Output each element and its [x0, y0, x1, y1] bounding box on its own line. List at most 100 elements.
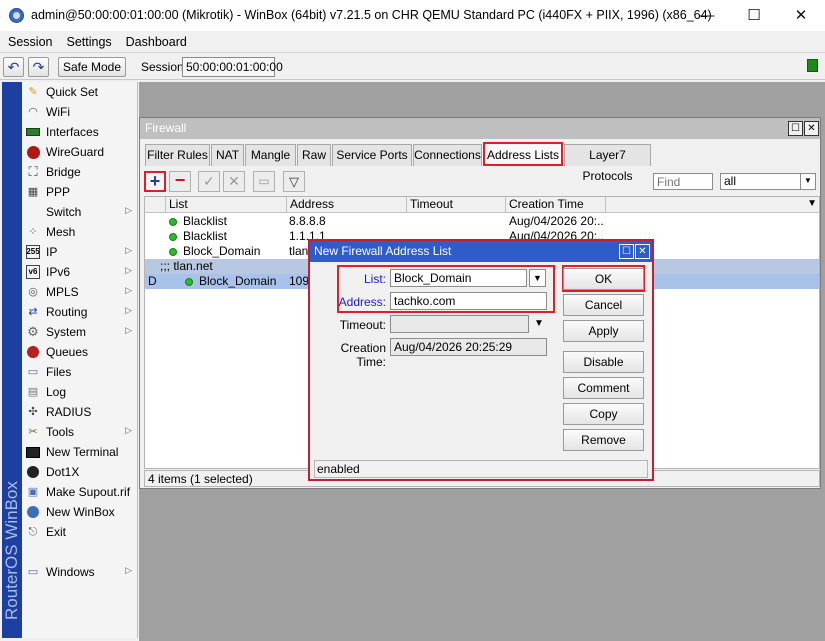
firewall-close-button[interactable]: ✕ [804, 121, 819, 136]
supout-icon: ▣ [27, 486, 39, 498]
dialog-close-button[interactable]: ✕ [635, 244, 650, 259]
sidebar-item-system[interactable]: ⚙ System ▷ [22, 322, 138, 342]
sidebar-item-files[interactable]: ▭ Files [22, 362, 138, 382]
close-button[interactable]: ✕ [778, 0, 824, 31]
dialog-status-bar: enabled [314, 460, 648, 478]
sidebar-item-make-supout[interactable]: ▣ Make Supout.rif [22, 482, 138, 502]
apply-button[interactable]: Apply [563, 320, 644, 342]
find-input[interactable] [653, 173, 713, 190]
tab-address-lists[interactable]: Address Lists [483, 142, 563, 166]
sidebar-item-mesh[interactable]: ⁘ Mesh [22, 222, 138, 242]
sidebar-item-windows[interactable]: ▭ Windows ▷ [22, 562, 138, 582]
submenu-arrow-icon: ▷ [125, 325, 132, 335]
disable-button[interactable]: ✕ [223, 171, 245, 192]
list-select[interactable]: Block_Domain [390, 269, 527, 287]
remove-button[interactable]: Remove [563, 429, 644, 451]
address-input[interactable]: tachko.com [390, 292, 547, 310]
sidebar-item-switch[interactable]: Switch ▷ [22, 202, 138, 222]
comment-button[interactable]: Comment [563, 377, 644, 399]
minimize-button[interactable]: — [684, 0, 730, 31]
add-button[interactable]: + [144, 171, 166, 192]
routing-icon: ⇄ [28, 306, 38, 318]
timeout-label: Timeout: [339, 318, 386, 332]
sidebar-item-routing[interactable]: ⇄ Routing ▷ [22, 302, 138, 322]
menu-settings[interactable]: Settings [66, 35, 111, 49]
table-header: List Address Timeout Creation Time ▼ [145, 197, 819, 213]
menu-dashboard[interactable]: Dashboard [126, 35, 187, 49]
list-dropdown-icon[interactable]: ▼ [529, 269, 546, 287]
filter-icon[interactable]: ▽ [283, 171, 305, 192]
column-header-timeout[interactable]: Timeout [406, 197, 505, 213]
ok-button[interactable]: OK [563, 268, 644, 290]
sidebar-item-mpls[interactable]: ◎ MPLS ▷ [22, 282, 138, 302]
sidebar-item-wifi[interactable]: ◠ WiFi [22, 102, 138, 122]
column-header-flag[interactable] [145, 197, 165, 213]
column-menu-icon[interactable]: ▼ [807, 198, 817, 209]
redo-button[interactable]: ↷ [28, 57, 49, 77]
files-icon: ▭ [27, 366, 39, 378]
cancel-button[interactable]: Cancel [563, 294, 644, 316]
submenu-arrow-icon: ▷ [125, 305, 132, 315]
winbox-app-icon [9, 8, 24, 23]
sidebar-item-ipv6[interactable]: v6 IPv6 ▷ [22, 262, 138, 282]
sidebar-item-bridge[interactable]: ⛶ Bridge [22, 162, 138, 182]
wifi-icon: ◠ [28, 106, 38, 118]
column-header-creation-time[interactable]: Creation Time [505, 197, 605, 213]
sidebar-item-radius[interactable]: ✣ RADIUS [22, 402, 138, 422]
session-label: Session: [141, 60, 188, 74]
table-row[interactable]: Blacklist 8.8.8.8 Aug/04/2026 20:... [145, 214, 819, 229]
column-header-list[interactable]: List [165, 197, 286, 213]
column-header-address[interactable]: Address [286, 197, 406, 213]
tab-mangle[interactable]: Mangle [245, 144, 296, 166]
remove-button[interactable]: − [169, 171, 191, 192]
session-field[interactable]: 50:00:00:01:00:00 [182, 57, 283, 77]
maximize-button[interactable]: ☐ [731, 0, 777, 31]
submenu-arrow-icon: ▷ [125, 205, 132, 215]
switch-icon [26, 205, 40, 219]
enabled-status-icon [169, 218, 177, 226]
tab-connections[interactable]: Connections [413, 144, 482, 166]
firewall-title-bar: Firewall [140, 118, 820, 139]
tab-service-ports[interactable]: Service Ports [332, 144, 412, 166]
firewall-toolbar: + − ✓ ✕ ▭ ▽ all ▼ [140, 169, 820, 195]
window-title-bar: admin@50:00:00:01:00:00 (Mikrotik) - Win… [0, 0, 825, 31]
disable-button[interactable]: Disable [563, 351, 644, 373]
exit-icon: ⎋ [28, 526, 38, 538]
tab-nat[interactable]: NAT [211, 144, 244, 166]
menu-bar: Session Settings Dashboard [0, 31, 825, 52]
sidebar-item-wireguard[interactable]: WireGuard [22, 142, 138, 162]
sidebar-item-new-terminal[interactable]: New Terminal [22, 442, 138, 462]
mpls-icon: ◎ [28, 286, 38, 298]
safe-mode-button[interactable]: Safe Mode [58, 57, 126, 77]
tab-layer7-protocols[interactable]: Layer7 Protocols [564, 144, 651, 183]
undo-button[interactable]: ↶ [3, 57, 24, 77]
submenu-arrow-icon: ▷ [125, 245, 132, 255]
sidebar-item-new-winbox[interactable]: New WinBox [22, 502, 138, 522]
interfaces-icon [26, 125, 40, 139]
mesh-icon: ⁘ [28, 226, 38, 238]
enable-button[interactable]: ✓ [198, 171, 220, 192]
sidebar-item-queues[interactable]: Queues [22, 342, 138, 362]
firewall-maximize-button[interactable]: ☐ [788, 121, 803, 136]
dialog-maximize-button[interactable]: ☐ [619, 244, 634, 259]
sidebar-item-exit[interactable]: ⎋ Exit [22, 522, 138, 542]
copy-button[interactable]: Copy [563, 403, 644, 425]
sidebar-item-log[interactable]: ▤ Log [22, 382, 138, 402]
timeout-dropdown-icon[interactable]: ▼ [534, 318, 544, 329]
queues-icon [26, 345, 40, 359]
comment-button[interactable]: ▭ [253, 171, 275, 192]
sidebar-item-interfaces[interactable]: Interfaces [22, 122, 138, 142]
filter-select[interactable]: all ▼ [720, 173, 816, 190]
enabled-status-icon [185, 278, 193, 286]
sidebar-item-ip[interactable]: 255 IP ▷ [22, 242, 138, 262]
sidebar-item-quick-set[interactable]: ✎ Quick Set [22, 82, 138, 102]
sidebar-item-tools[interactable]: ✂ Tools ▷ [22, 422, 138, 442]
menu-session[interactable]: Session [8, 35, 52, 49]
tab-filter-rules[interactable]: Filter Rules [145, 144, 210, 166]
timeout-input[interactable] [390, 315, 529, 333]
radius-icon: ✣ [28, 406, 38, 418]
submenu-arrow-icon: ▷ [125, 565, 132, 575]
sidebar-item-ppp[interactable]: ▦ PPP [22, 182, 138, 202]
sidebar-item-dot1x[interactable]: Dot1X [22, 462, 138, 482]
tab-raw[interactable]: Raw [297, 144, 331, 166]
